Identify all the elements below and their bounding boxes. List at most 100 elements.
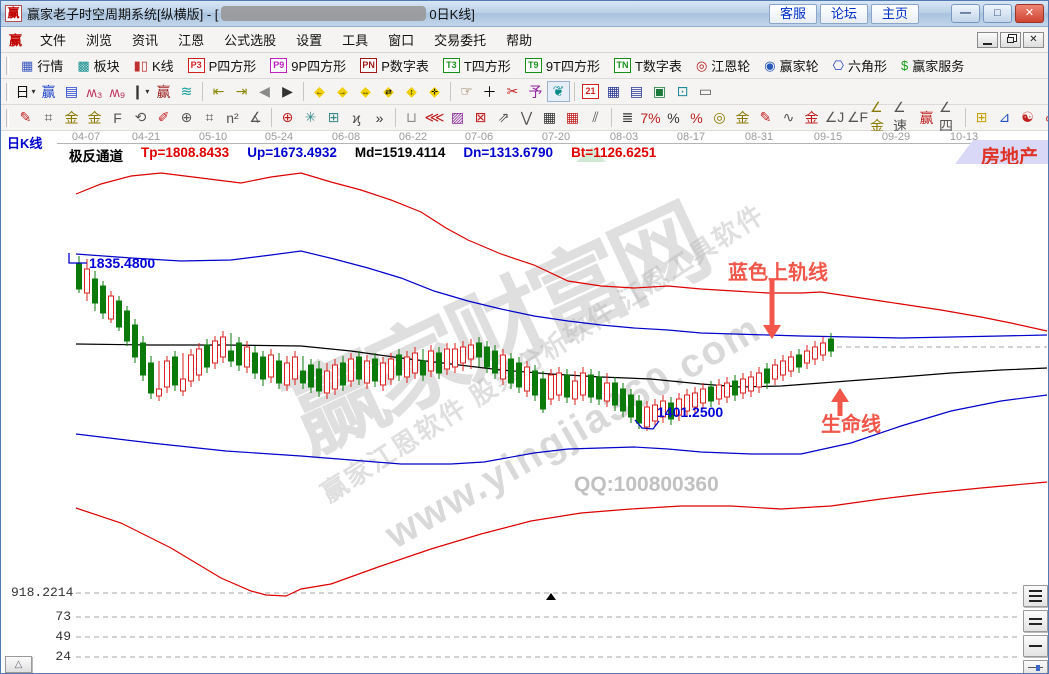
erase-line-button[interactable]: ✂ <box>501 81 524 102</box>
gold-ratio-tool-2[interactable]: 金 <box>83 107 106 128</box>
chart-area[interactable]: 赢家财富网 赢家江恩软件 股票分析软件 江恩工具软件 www.yingjia36… <box>1 131 1049 674</box>
gold-lines-tool[interactable]: 金 <box>731 107 754 128</box>
winner-wheel-button[interactable]: ◉赢家轮 <box>757 54 825 77</box>
gold-ratio-tool-1[interactable]: 金 <box>60 107 83 128</box>
menu-item-2[interactable]: 资讯 <box>122 27 168 52</box>
volume-bars-tool[interactable]: ≣ <box>616 107 639 128</box>
menu-item-1[interactable]: 浏览 <box>76 27 122 52</box>
p-square-button[interactable]: P3P四方形 <box>181 54 264 77</box>
gold-angle-tool[interactable]: ∠金 <box>869 107 892 128</box>
pencil-tool[interactable]: ✎ <box>14 107 37 128</box>
winner-service-button[interactable]: $赢家服务 <box>894 54 971 77</box>
winner-angle-tool[interactable]: 赢 <box>915 107 938 128</box>
chart-switch-tool[interactable]: ⊿ <box>993 107 1016 128</box>
four-angle-tool[interactable]: ∠四 <box>938 107 961 128</box>
zigzag-tool[interactable]: ⋁ <box>515 107 538 128</box>
period-dropdown[interactable]: 日▾ <box>14 81 37 102</box>
j-angle-tool[interactable]: ∠J <box>823 107 846 128</box>
wave-3-icon[interactable]: ʍ₃ <box>83 81 106 102</box>
quotes-button[interactable]: ▦行情 <box>14 54 70 77</box>
toolbar-grip[interactable] <box>6 109 9 127</box>
child-close-button[interactable]: ✕ <box>1023 32 1044 48</box>
wave-9-icon[interactable]: ʍ₉ <box>106 81 129 102</box>
hand-tool-button[interactable]: ☞ <box>455 81 478 102</box>
f-angle-tool[interactable]: ∠F <box>846 107 869 128</box>
child-minimize-button[interactable] <box>977 32 998 48</box>
nav-next-button[interactable]: ▶ <box>276 81 299 102</box>
nav-prev-button[interactable]: ◀ <box>253 81 276 102</box>
spiral-tool[interactable]: ⟲ <box>129 107 152 128</box>
zoom-v-button[interactable]: ◆↕ <box>400 81 423 102</box>
box-measure-tool[interactable]: ⊔ <box>400 107 423 128</box>
menu-item-6[interactable]: 工具 <box>332 27 378 52</box>
dense-grid-red-tool[interactable]: ▦ <box>561 107 584 128</box>
cross-box-tool[interactable]: ⊠ <box>469 107 492 128</box>
child-restore-button[interactable] <box>1000 32 1021 48</box>
flag-brush-tool[interactable]: ✎ <box>754 107 777 128</box>
pane-one-line-button[interactable] <box>1023 635 1048 657</box>
toolbar-grip[interactable] <box>6 83 9 101</box>
smart-analysis-button[interactable]: ❦ <box>547 81 570 102</box>
k-quote-tool[interactable]: ϗ <box>345 107 368 128</box>
percent-line-tool[interactable]: % <box>685 107 708 128</box>
memo-button[interactable]: ▤ <box>625 81 648 102</box>
square-grid-tool[interactable]: ⊞ <box>322 107 345 128</box>
pan-right-button[interactable]: ◆→ <box>331 81 354 102</box>
infinity-tool[interactable]: ∞ <box>1039 107 1049 128</box>
trend-arrow-tool[interactable]: ⇗ <box>492 107 515 128</box>
measure-brush-tool[interactable]: ✐ <box>152 107 175 128</box>
toolbar-grip[interactable] <box>6 57 9 75</box>
time-ruler-tool[interactable]: ⌗ <box>198 107 221 128</box>
p-number-table-button[interactable]: PNP数字表 <box>353 54 436 77</box>
p9-square-button[interactable]: P99P四方形 <box>263 54 353 77</box>
volume-histogram-icon[interactable]: ≋ <box>175 81 198 102</box>
percent-7-tool[interactable]: 7% <box>639 107 662 128</box>
gann-fan-box-tool[interactable]: ▨ <box>446 107 469 128</box>
menu-item-9[interactable]: 帮助 <box>496 27 542 52</box>
grid-yellow-tool[interactable]: ⊞ <box>970 107 993 128</box>
menu-item-8[interactable]: 交易委托 <box>424 27 496 52</box>
gold-red-tool[interactable]: 金 <box>800 107 823 128</box>
yinyang-tool[interactable]: ☯ <box>1016 107 1039 128</box>
gold-circle-tool[interactable]: ◎ <box>708 107 731 128</box>
customer-service-button[interactable]: 客服 <box>769 4 817 24</box>
more-tools-button[interactable]: » <box>368 107 391 128</box>
t-square-button[interactable]: T3T四方形 <box>436 54 518 77</box>
parallel-lines-tool[interactable]: ⫽ <box>584 107 607 128</box>
fibonacci-grid-tool[interactable]: F <box>106 107 129 128</box>
zoom-all-button[interactable]: ◆✛ <box>423 81 446 102</box>
kline-plot[interactable] <box>1 131 1049 674</box>
calculator-button[interactable]: ▦ <box>602 81 625 102</box>
print-button[interactable]: ▭ <box>694 81 717 102</box>
zoom-out-h-button[interactable]: ◆↔ <box>354 81 377 102</box>
pane-two-lines-button[interactable] <box>1023 610 1048 632</box>
kline-button[interactable]: ▮▯K线 <box>127 54 181 77</box>
hexagon-button[interactable]: ⎔六角形 <box>826 54 894 77</box>
calendar-button[interactable]: 21 <box>579 81 602 102</box>
nav-last-button[interactable]: ⇥ <box>230 81 253 102</box>
minimize-button[interactable]: — <box>951 4 980 23</box>
pane-three-lines-button[interactable] <box>1023 585 1048 607</box>
winner-window-icon[interactable]: 赢 <box>37 81 60 102</box>
maximize-button[interactable]: □ <box>983 4 1012 23</box>
sectors-button[interactable]: ▩板块 <box>70 54 126 77</box>
homepage-button[interactable]: 主页 <box>871 4 919 24</box>
candle-style-dropdown[interactable]: ❙▾ <box>129 81 152 102</box>
t-number-table-button[interactable]: TNT数字表 <box>607 54 689 77</box>
close-button[interactable]: ✕ <box>1015 4 1044 23</box>
wave-band-tool[interactable]: ∿ <box>777 107 800 128</box>
grid-lines-tool[interactable]: ⌗ <box>37 107 60 128</box>
menu-item-5[interactable]: 设置 <box>286 27 332 52</box>
percent-tool[interactable]: % <box>662 107 685 128</box>
save-button[interactable]: ▣ <box>648 81 671 102</box>
gann-wheel-button[interactable]: ◎江恩轮 <box>689 54 757 77</box>
stock-info-icon[interactable]: ▤ <box>60 81 83 102</box>
menu-item-0[interactable]: 文件 <box>30 27 76 52</box>
pan-left-button[interactable]: ◆← <box>308 81 331 102</box>
winner-red-icon[interactable]: 赢 <box>152 81 175 102</box>
menu-item-7[interactable]: 窗口 <box>378 27 424 52</box>
forum-button[interactable]: 论坛 <box>820 4 868 24</box>
dense-grid-tool[interactable]: ▦ <box>538 107 561 128</box>
speed-angle-tool[interactable]: ∠速 <box>892 107 915 128</box>
pane-expand-button[interactable]: △ <box>5 656 32 673</box>
